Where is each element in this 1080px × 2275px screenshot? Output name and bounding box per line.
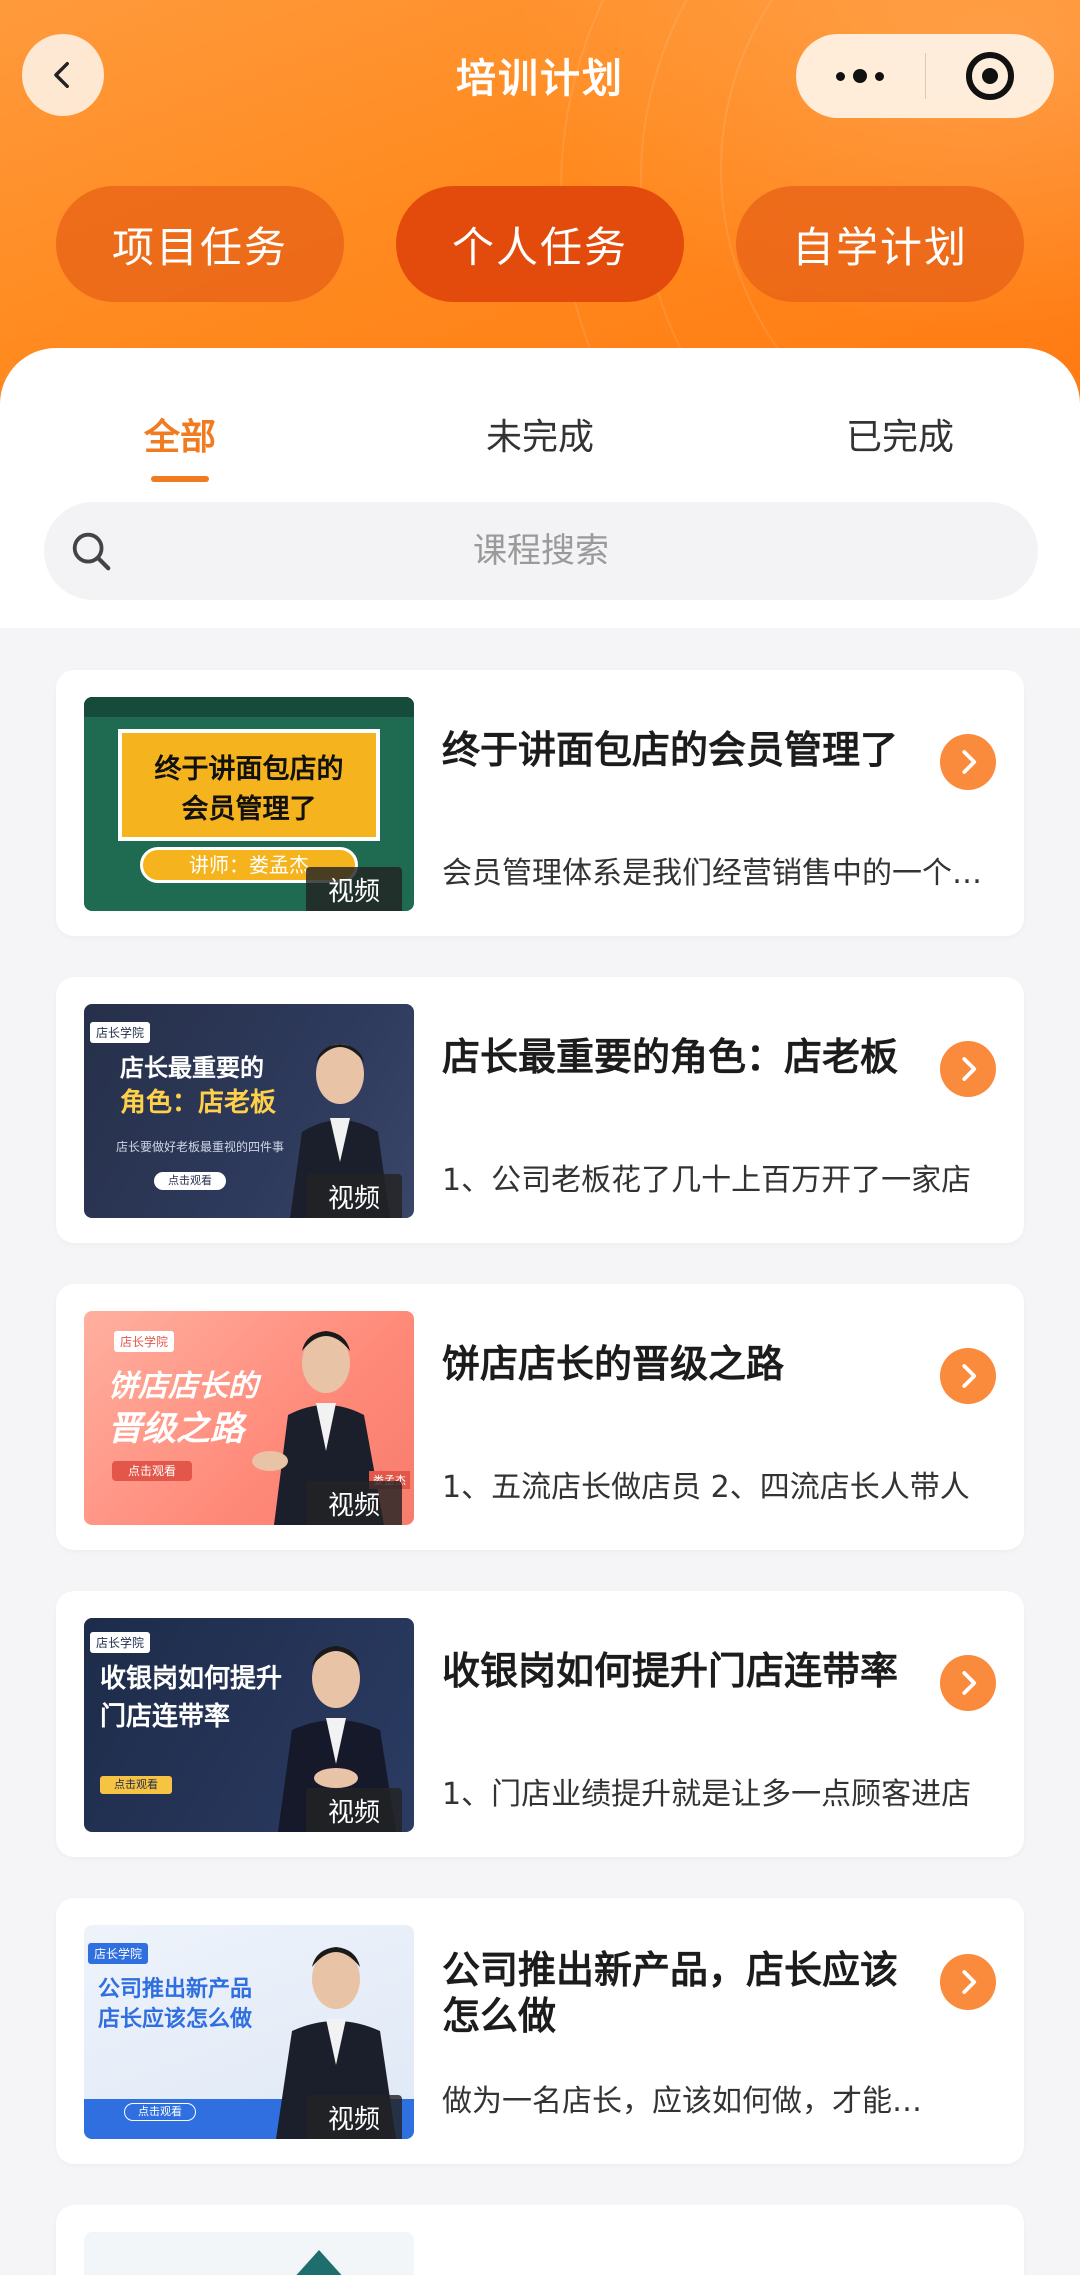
search-input[interactable] [44, 502, 1038, 600]
course-thumbnail: 店长学院 收银岗如何提升 门店连带率 点击观看 视频 [84, 1618, 414, 1832]
mini-program-capsule [796, 34, 1054, 118]
thumb-tag: 店长学院 [88, 1943, 149, 1964]
course-title: 店长最重要的角色：店老板 [442, 1035, 899, 1079]
search-icon [68, 528, 114, 574]
thumb-title-line: 会员管理了 [181, 794, 317, 825]
course-thumbnail [84, 2232, 414, 2275]
course-thumbnail: 终于讲面包店的 会员管理了 讲师：娄孟杰 视频 [84, 697, 414, 911]
close-button[interactable] [926, 34, 1055, 118]
course-thumbnail: 店长学院 店长最重要的 角色：店老板 店长要做好老板最重视的四件事 点击观看 视… [84, 1004, 414, 1218]
search-bar[interactable] [44, 502, 1038, 600]
thumb-title-line: 角色：店老板 [120, 1088, 277, 1118]
thumbnail-shape [296, 2250, 342, 2275]
chevron-right-icon [962, 750, 977, 774]
thumb-button: 点击观看 [154, 1172, 226, 1190]
open-course-button[interactable] [940, 1954, 996, 2010]
course-description: 1、门店业绩提升就是让多一点顾客进店 [442, 1777, 972, 1812]
more-button[interactable] [796, 34, 925, 118]
close-target-icon [965, 52, 1014, 100]
chevron-right-icon [962, 1057, 977, 1081]
course-thumbnail: 店长学院 公司推出新产品 店长应该怎么做 点击观看 视频 [84, 1925, 414, 2139]
filter-tab-complete[interactable]: 已完成 [800, 408, 1000, 460]
course-card[interactable]: 店长学院 公司推出新产品 店长应该怎么做 点击观看 视频 公司推出新产品，店长应… [56, 1898, 1024, 2164]
thumb-title-line: 门店连带率 [100, 1702, 231, 1732]
filter-tab-incomplete[interactable]: 未完成 [440, 408, 640, 460]
thumb-button: 点击观看 [124, 2103, 196, 2121]
course-card[interactable] [56, 2205, 1024, 2275]
open-course-button[interactable] [940, 734, 996, 790]
thumb-title-line: 店长应该怎么做 [98, 2007, 253, 2032]
open-course-button[interactable] [940, 1041, 996, 1097]
video-badge: 视频 [306, 1788, 402, 1832]
video-badge: 视频 [306, 2095, 402, 2139]
open-course-button[interactable] [940, 1348, 996, 1404]
thumb-tag: 店长学院 [90, 1022, 151, 1043]
filter-tab-all[interactable]: 全部 [80, 408, 280, 460]
tab-personal-tasks[interactable]: 个人任务 [396, 186, 684, 302]
course-description: 做为一名店长，应该如何做，才能… [442, 2084, 922, 2119]
course-title: 终于讲面包店的会员管理了 [442, 728, 899, 772]
thumb-button: 点击观看 [112, 1461, 192, 1481]
thumb-button: 点击观看 [100, 1776, 172, 1794]
chevron-right-icon [962, 1970, 977, 1994]
course-card[interactable]: 店长学院 店长最重要的 角色：店老板 店长要做好老板最重视的四件事 点击观看 视… [56, 977, 1024, 1243]
course-card[interactable]: 终于讲面包店的 会员管理了 讲师：娄孟杰 视频 终于讲面包店的会员管理了 会员管… [56, 670, 1024, 936]
course-card[interactable]: 店长学院 收银岗如何提升 门店连带率 点击观看 视频 收银岗如何提升门店连带率 … [56, 1591, 1024, 1857]
thumb-tag: 店长学院 [90, 1632, 151, 1653]
course-title: 收银岗如何提升门店连带率 [442, 1649, 899, 1693]
course-description: 1、公司老板花了几十上百万开了一家店 [442, 1163, 972, 1198]
video-badge: 视频 [306, 1481, 402, 1525]
thumb-title-line: 晋级之路 [108, 1409, 244, 1449]
thumb-title-line: 店长最重要的 [120, 1054, 264, 1082]
chevron-right-icon [962, 1671, 977, 1695]
tab-project-tasks[interactable]: 项目任务 [56, 186, 344, 302]
course-card[interactable]: 店长学院 饼店店长的 晋级之路 点击观看 娄孟杰 视频 饼店店长的晋级之路 1、… [56, 1284, 1024, 1550]
thumb-subtitle: 店长要做好老板最重视的四件事 [116, 1140, 285, 1154]
thumb-title-line: 收银岗如何提升 [100, 1664, 283, 1694]
more-dots-icon [836, 69, 885, 83]
thumb-title-line: 终于讲面包店的 [154, 754, 344, 785]
course-description: 会员管理体系是我们经营销售中的一个重要环节 [442, 856, 982, 891]
course-title: 饼店店长的晋级之路 [442, 1342, 785, 1386]
course-thumbnail: 店长学院 饼店店长的 晋级之路 点击观看 娄孟杰 视频 [84, 1311, 414, 1525]
course-title: 公司推出新产品，店长应该怎么做 [442, 1948, 899, 2038]
video-badge: 视频 [306, 867, 402, 911]
tab-self-study[interactable]: 自学计划 [736, 186, 1024, 302]
thumb-title-line: 公司推出新产品 [98, 1977, 253, 2002]
video-badge: 视频 [306, 1174, 402, 1218]
active-tab-indicator [151, 476, 209, 482]
open-course-button[interactable] [940, 1655, 996, 1711]
thumb-tag: 店长学院 [114, 1331, 175, 1352]
chevron-right-icon [962, 1364, 977, 1388]
course-description: 1、五流店长做店员 2、四流店长人带人 [442, 1470, 970, 1505]
